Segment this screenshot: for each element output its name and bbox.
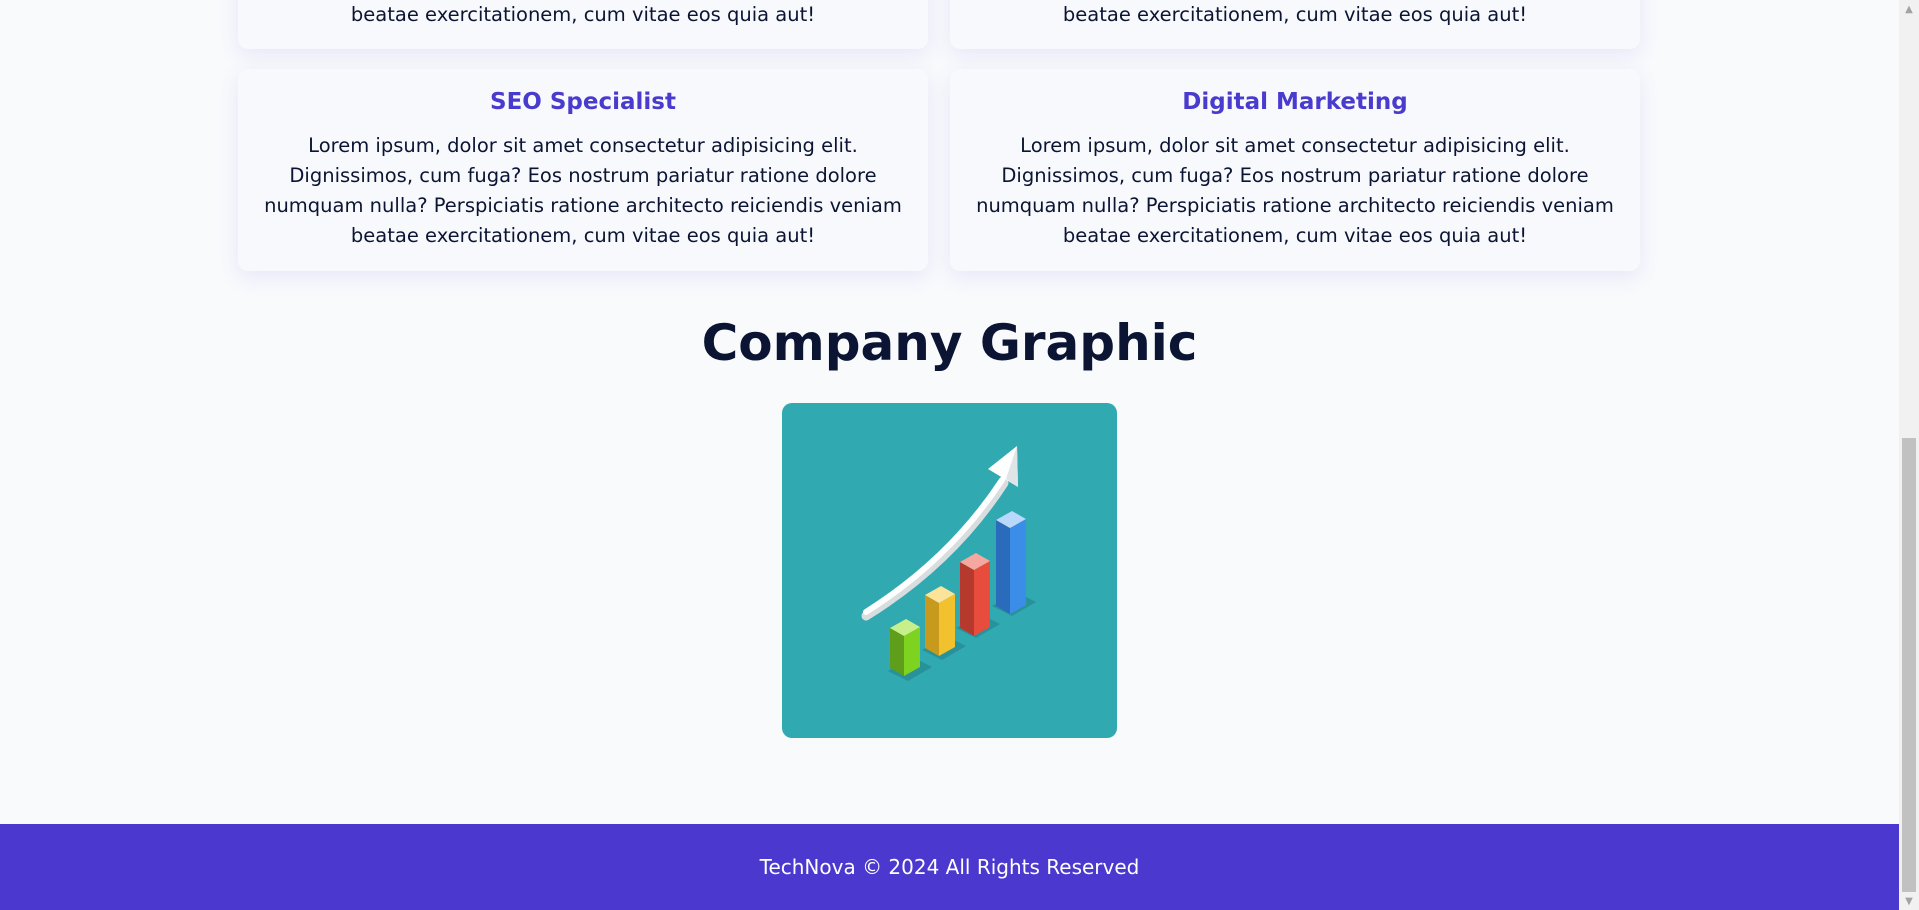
service-card-title: Digital Marketing [1182,89,1408,115]
footer: TechNova © 2024 All Rights Reserved [0,824,1899,910]
service-card-digital-marketing: Digital Marketing Lorem ipsum, dolor sit… [950,69,1640,271]
page-scrollbar[interactable]: ▲ ▼ [1899,0,1919,910]
service-card-title: SEO Specialist [490,89,676,115]
footer-copyright: TechNova © 2024 All Rights Reserved [759,855,1140,879]
company-graphic-image [782,403,1117,738]
scroll-up-arrow-icon[interactable]: ▲ [1899,0,1919,18]
scroll-down-arrow-icon[interactable]: ▼ [1899,892,1919,910]
service-card-text: Lorem ipsum, dolor sit amet consectetur … [264,134,902,247]
service-card-seo-specialist: SEO Specialist Lorem ipsum, dolor sit am… [238,69,928,271]
growth-bar-chart-arrow-icon [861,446,1036,681]
service-card-text: beatae exercitationem, cum vitae eos qui… [350,3,816,26]
page: beatae exercitationem, cum vitae eos qui… [0,0,1899,910]
scrollbar-thumb[interactable] [1902,438,1916,892]
service-card-text: Lorem ipsum, dolor sit amet consectetur … [976,134,1614,247]
service-card-top-right: beatae exercitationem, cum vitae eos qui… [950,0,1640,49]
service-card-top-left: beatae exercitationem, cum vitae eos qui… [238,0,928,49]
service-card-text: beatae exercitationem, cum vitae eos qui… [1062,3,1528,26]
section-title: Company Graphic [701,314,1198,372]
